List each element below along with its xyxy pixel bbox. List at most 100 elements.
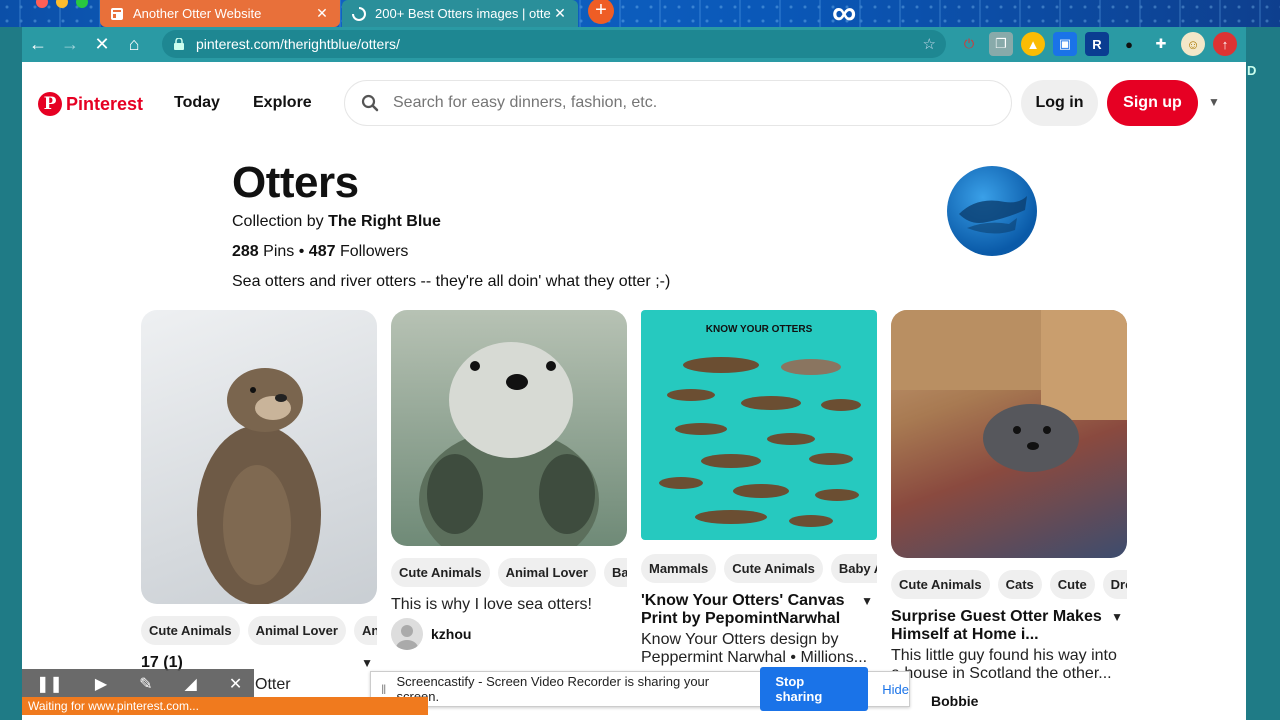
pin-description: Know Your Otters design by Peppermint Na… xyxy=(641,631,868,666)
tag-chip[interactable]: Mammals xyxy=(641,553,717,583)
pin-tags: Cute Animals Animal Lover Anim xyxy=(141,614,377,646)
search-icon xyxy=(361,94,379,112)
profile-avatar-icon[interactable]: ☺ xyxy=(1181,32,1205,56)
signup-button[interactable]: Sign up xyxy=(1107,80,1198,126)
user-avatar-icon xyxy=(391,618,423,650)
forward-arrow-icon[interactable]: → xyxy=(54,29,86,61)
tag-chip[interactable]: Cute Animals xyxy=(724,553,823,583)
home-icon[interactable]: ⌂ xyxy=(118,29,150,61)
close-tab-icon[interactable]: ✕ xyxy=(314,5,330,22)
pin-title[interactable]: Surprise Guest Otter Makes Himself at Ho… xyxy=(891,608,1127,644)
pause-icon[interactable]: ❚❚ xyxy=(36,674,63,694)
whale-image xyxy=(959,196,1027,234)
collection-byline: Collection by The Right Blue xyxy=(232,213,441,231)
nav-explore[interactable]: Explore xyxy=(253,94,312,112)
update-icon[interactable]: ↑ xyxy=(1213,32,1237,56)
tag-chip[interactable]: Drop xyxy=(1102,569,1127,599)
copy-extension-icon[interactable]: ❐ xyxy=(989,32,1013,56)
tag-chip[interactable]: Anim xyxy=(353,615,377,645)
eraser-icon[interactable]: ◢ xyxy=(185,674,197,694)
followers-label[interactable]: Followers xyxy=(340,243,408,260)
pin-image-know-your-otters[interactable]: KNOW YOUR OTTERS xyxy=(641,310,877,540)
pinterest-logo[interactable]: P Pinterest xyxy=(38,92,143,116)
chevron-down-icon[interactable]: ▼ xyxy=(1111,608,1123,626)
screen-sharing-bar: ‖ Screencastify - Screen Video Recorder … xyxy=(370,667,910,711)
chevron-down-icon[interactable]: ▼ xyxy=(361,654,373,672)
window-extension-icon[interactable]: ▣ xyxy=(1053,32,1077,56)
power-extension-icon[interactable]: ⏻ xyxy=(957,32,981,56)
camera-extension-icon[interactable]: ● xyxy=(1117,32,1141,56)
pin-user[interactable]: Bobbie xyxy=(891,693,1127,709)
chevron-down-icon[interactable]: ▼ xyxy=(861,592,873,610)
board-owner-avatar[interactable] xyxy=(947,166,1037,256)
close-recorder-icon[interactable]: ✕ xyxy=(229,674,242,694)
loading-spinner-icon xyxy=(352,6,366,21)
google-drive-extension-icon[interactable]: ▲ xyxy=(1021,32,1045,56)
tab-strip: Another Otter Website ✕ 200+ Best Otters… xyxy=(0,0,1280,27)
pin-title[interactable]: 'Know Your Otters' Canvas Print by Pepom… xyxy=(641,592,877,628)
tag-chip[interactable]: Animal Lover xyxy=(247,615,346,645)
bookmark-star-icon[interactable]: ☆ xyxy=(923,35,936,53)
pinterest-p-icon: P xyxy=(38,92,62,116)
pin-title-text: Surprise Guest Otter Makes Himself at Ho… xyxy=(891,608,1102,643)
pins-label: Pins xyxy=(263,243,295,260)
tag-chip[interactable]: Cute Animals xyxy=(391,557,490,587)
pen-icon[interactable]: ✎ xyxy=(139,674,152,694)
stop-loading-icon[interactable]: ✕ xyxy=(86,29,118,61)
drag-handle-icon[interactable]: ‖ xyxy=(371,682,396,697)
close-tab-icon[interactable]: ✕ xyxy=(552,5,568,22)
site-header: P Pinterest Today Explore Log in Sign up… xyxy=(22,62,1246,144)
pin-image-sea-otter[interactable] xyxy=(391,310,627,546)
puzzle-extensions-icon[interactable]: ✚ xyxy=(1149,32,1173,56)
followers-count[interactable]: 487 xyxy=(309,243,336,260)
search-input[interactable] xyxy=(393,94,993,112)
search-bar[interactable] xyxy=(344,80,1012,126)
pinterest-page: P Pinterest Today Explore Log in Sign up… xyxy=(22,62,1246,720)
collection-prefix: Collection by xyxy=(232,213,324,230)
user-name: kzhou xyxy=(431,626,472,642)
tag-chip[interactable]: Cute Animals xyxy=(141,615,240,645)
tab-title: 200+ Best Otters images | otte xyxy=(375,6,551,21)
stop-sharing-button[interactable]: Stop sharing xyxy=(760,667,869,711)
address-bar[interactable]: pinterest.com/therightblue/otters/ ☆ xyxy=(162,30,946,58)
pin-tags: Mammals Cute Animals Baby Ar xyxy=(641,552,877,584)
board-description: Sea otters and river otters -- they're a… xyxy=(232,273,671,290)
pin-card[interactable]: KNOW YOUR OTTERS Mammals Cute Animals Ba… xyxy=(641,310,877,667)
pin-card[interactable]: Cute Animals Cats Cute Drop Surprise Gue… xyxy=(891,310,1127,709)
tab-another-otter-website[interactable]: Another Otter Website ✕ xyxy=(100,0,340,27)
tag-chip[interactable]: Baby Ar xyxy=(830,553,877,583)
tag-chip[interactable]: Baby xyxy=(603,557,627,587)
window-border-left xyxy=(0,27,22,720)
pin-card[interactable]: Cute Animals Animal Lover Anim 17 (1)▼ O… xyxy=(141,310,377,694)
otter-under-door-illustration xyxy=(891,310,1127,472)
tag-chip[interactable]: Cats xyxy=(997,569,1042,599)
extensions-area: ⏻ ❐ ▲ ▣ R ● ✚ ☺ ↑ xyxy=(957,32,1237,56)
otter-chart-illustration xyxy=(659,357,861,527)
lock-icon xyxy=(174,38,184,50)
browser-toolbar: ← → ✕ ⌂ pinterest.com/therightblue/otter… xyxy=(22,27,1246,62)
play-icon[interactable]: ▶ xyxy=(95,674,107,694)
otter-illustration xyxy=(197,368,321,604)
r-extension-icon[interactable]: R xyxy=(1085,32,1109,56)
login-button[interactable]: Log in xyxy=(1021,80,1098,126)
logo-text: Pinterest xyxy=(66,93,144,114)
tag-chip[interactable]: Cute Animals xyxy=(891,569,990,599)
pin-user[interactable]: kzhou xyxy=(391,618,627,650)
tag-chip[interactable]: Cute xyxy=(1049,569,1095,599)
hide-button[interactable]: Hide xyxy=(882,682,909,697)
board-owner-link[interactable]: The Right Blue xyxy=(328,213,441,230)
pin-tags: Cute Animals Cats Cute Drop xyxy=(891,568,1127,600)
tab-best-otters[interactable]: 200+ Best Otters images | otte ✕ xyxy=(342,0,578,27)
pin-image-guest-otter[interactable] xyxy=(891,310,1127,558)
nav-today[interactable]: Today xyxy=(174,94,220,112)
pin-card[interactable]: Cute Animals Animal Lover Baby This is w… xyxy=(391,310,627,650)
pin-image-river-otter[interactable] xyxy=(141,310,377,604)
chevron-down-icon[interactable]: ▼ xyxy=(1208,95,1220,109)
pin-tags: Cute Animals Animal Lover Baby xyxy=(391,556,627,588)
recorder-controls: ❚❚ ▶ ✎ ◢ ✕ xyxy=(22,669,254,699)
pins-count: 288 xyxy=(232,243,259,260)
pin-description: This little guy found his way into a hou… xyxy=(891,647,1117,682)
back-arrow-icon[interactable]: ← xyxy=(22,29,54,61)
page-icon xyxy=(111,7,123,20)
tag-chip[interactable]: Animal Lover xyxy=(497,557,596,587)
